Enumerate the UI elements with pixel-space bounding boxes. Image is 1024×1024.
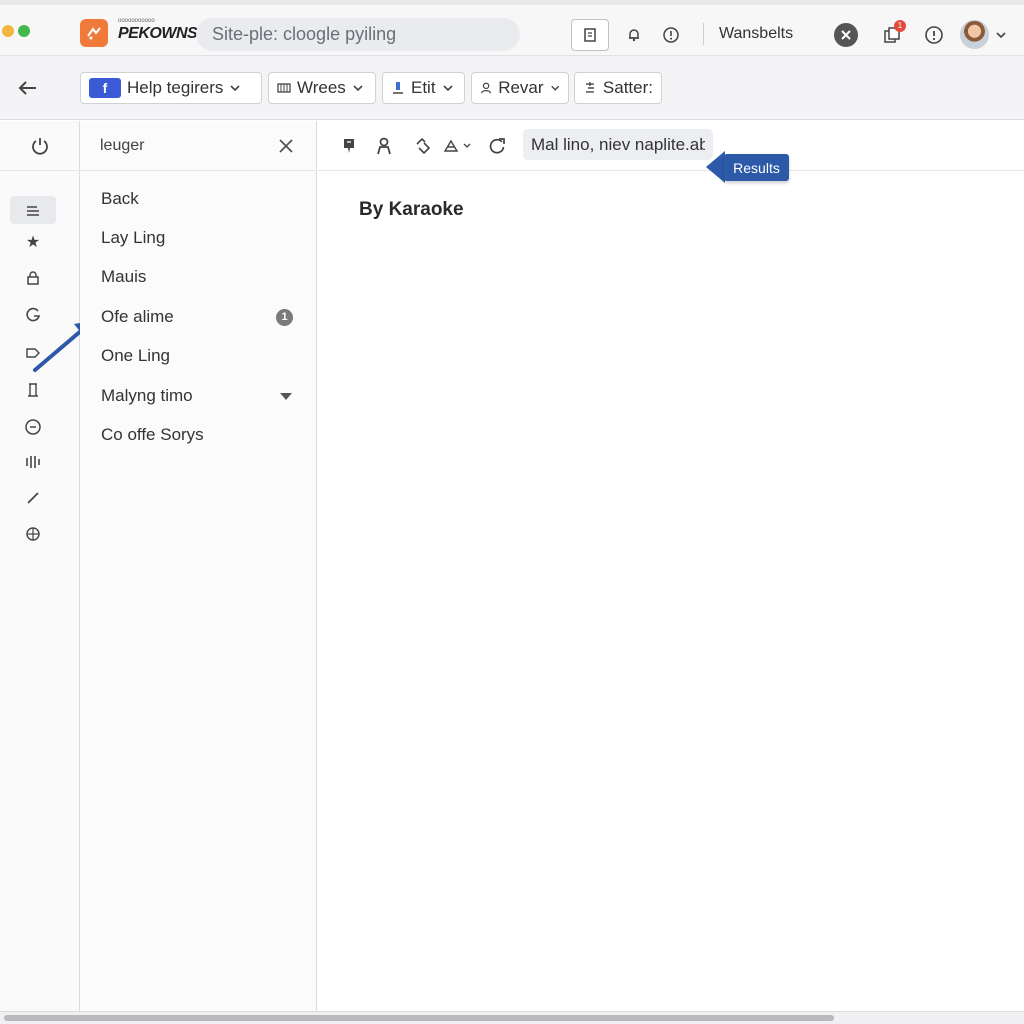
account-label[interactable]: Wansbelts bbox=[719, 25, 793, 43]
left-icon-rail: ★ bbox=[0, 121, 80, 1011]
window-controls bbox=[2, 25, 30, 37]
menu-item[interactable]: Lay Ling bbox=[101, 228, 165, 248]
alert-icon bbox=[663, 27, 679, 43]
power-button[interactable] bbox=[0, 121, 80, 171]
star-icon: ★ bbox=[25, 234, 41, 251]
globe-icon bbox=[26, 527, 40, 541]
sidebar-item-menu[interactable] bbox=[10, 196, 56, 224]
sidebar-item-levels[interactable] bbox=[10, 448, 56, 476]
tooltip-pointer bbox=[706, 151, 725, 183]
chip-label: Satter: bbox=[602, 78, 653, 97]
chip-label: Etit bbox=[411, 78, 436, 97]
content-toolbar bbox=[318, 121, 1024, 171]
panel-header: leuger bbox=[80, 121, 317, 171]
sidebar-item-favorites[interactable]: ★ bbox=[10, 228, 56, 256]
info-button[interactable] bbox=[922, 23, 946, 47]
link-button[interactable] bbox=[411, 135, 433, 157]
menu-item[interactable]: Ofe alime bbox=[101, 307, 174, 327]
notification-badge: 1 bbox=[894, 20, 906, 32]
reader-view-button[interactable] bbox=[571, 19, 609, 51]
search-input[interactable] bbox=[523, 129, 713, 160]
minus-circle-icon bbox=[25, 419, 41, 435]
menu-lines-icon bbox=[27, 206, 39, 216]
maximize-button[interactable] bbox=[18, 25, 30, 37]
menu-item[interactable]: Mauis bbox=[101, 267, 146, 287]
app-logo-icon[interactable] bbox=[80, 19, 108, 47]
sidebar-item-edit[interactable] bbox=[10, 484, 56, 512]
chevron-down-icon bbox=[353, 85, 363, 92]
wrees-filter-chip[interactable]: Wrees bbox=[268, 72, 376, 104]
user-icon bbox=[377, 137, 391, 155]
link-icon bbox=[416, 137, 431, 155]
account-menu-button[interactable] bbox=[993, 27, 1009, 43]
bell-button[interactable] bbox=[624, 19, 644, 51]
info-icon bbox=[925, 26, 943, 44]
sort-filter-chip[interactable]: Satter: bbox=[574, 72, 662, 104]
bell-icon bbox=[629, 29, 639, 42]
lock-icon bbox=[27, 271, 39, 285]
extension-button[interactable] bbox=[834, 23, 858, 47]
sort-icon bbox=[585, 82, 594, 93]
user-button[interactable] bbox=[373, 135, 395, 157]
results-tooltip: Results bbox=[724, 154, 789, 181]
alert-button[interactable] bbox=[660, 19, 682, 51]
list-icon bbox=[277, 83, 291, 93]
sidebar-item-columns[interactable] bbox=[10, 376, 56, 404]
panel-title: leuger bbox=[100, 137, 145, 154]
revar-filter-chip[interactable]: Revar bbox=[471, 72, 569, 104]
sidebar-item-minus[interactable] bbox=[10, 413, 56, 441]
reload-button[interactable] bbox=[486, 135, 508, 157]
pencil-icon bbox=[27, 492, 39, 504]
minimize-button[interactable] bbox=[2, 25, 14, 37]
pin-icon bbox=[344, 139, 354, 153]
bars-icon bbox=[26, 456, 40, 468]
pin-button[interactable] bbox=[338, 135, 360, 157]
horizontal-scrollbar[interactable] bbox=[0, 1011, 1024, 1024]
toolbar-divider bbox=[703, 23, 704, 45]
back-arrow-icon[interactable] bbox=[16, 76, 40, 100]
menu-item[interactable]: Co offe Sorys bbox=[101, 425, 204, 445]
chevron-down-icon bbox=[996, 32, 1006, 39]
expand-caret-icon[interactable] bbox=[280, 393, 292, 400]
puzzle-icon bbox=[841, 30, 851, 40]
share-button[interactable] bbox=[441, 135, 473, 157]
edit-filter-chip[interactable]: Etit bbox=[382, 72, 465, 104]
menu-item[interactable]: One Ling bbox=[101, 346, 170, 366]
chip-label: Wrees bbox=[297, 78, 346, 97]
chip-label: Help tegirers bbox=[127, 78, 224, 97]
item-count-badge: 1 bbox=[276, 309, 293, 326]
chevron-down-icon bbox=[550, 85, 559, 91]
brand-name: PEKOWNS bbox=[118, 25, 198, 42]
chip-label: Revar bbox=[498, 78, 544, 97]
chevron-down-icon bbox=[442, 85, 453, 92]
sidebar-item-lock[interactable] bbox=[10, 264, 56, 292]
page-title: By Karaoke bbox=[359, 199, 464, 220]
document-icon bbox=[584, 28, 596, 42]
browser-top-bar: ooooooooooo PEKOWNS Site-ple: cloogle py… bbox=[0, 0, 1024, 56]
close-icon[interactable] bbox=[276, 136, 296, 156]
facebook-icon: f bbox=[89, 78, 121, 98]
scrollbar-thumb[interactable] bbox=[4, 1015, 834, 1021]
menu-item-back[interactable]: Back bbox=[101, 189, 139, 209]
chevron-down-icon bbox=[230, 85, 240, 92]
reload-icon bbox=[489, 138, 505, 154]
power-icon bbox=[32, 137, 48, 155]
navigation-panel: leuger Back Lay Ling Mauis Ofe alime One… bbox=[80, 121, 317, 1011]
filter-toolbar: f Help tegirers Wrees Etit Revar Satter: bbox=[0, 56, 1024, 120]
address-bar[interactable]: Site-ple: cloogle pyiling bbox=[196, 18, 520, 51]
person-icon bbox=[481, 82, 492, 94]
sidebar-item-globe[interactable] bbox=[10, 520, 56, 548]
help-filter-chip[interactable]: f Help tegirers bbox=[80, 72, 262, 104]
share-icon bbox=[443, 139, 471, 152]
avatar[interactable] bbox=[960, 20, 989, 49]
edit-icon bbox=[393, 82, 403, 94]
menu-item[interactable]: Malyng timo bbox=[101, 386, 193, 406]
column-icon bbox=[28, 383, 38, 397]
brand-tagline: ooooooooooo bbox=[118, 18, 155, 24]
